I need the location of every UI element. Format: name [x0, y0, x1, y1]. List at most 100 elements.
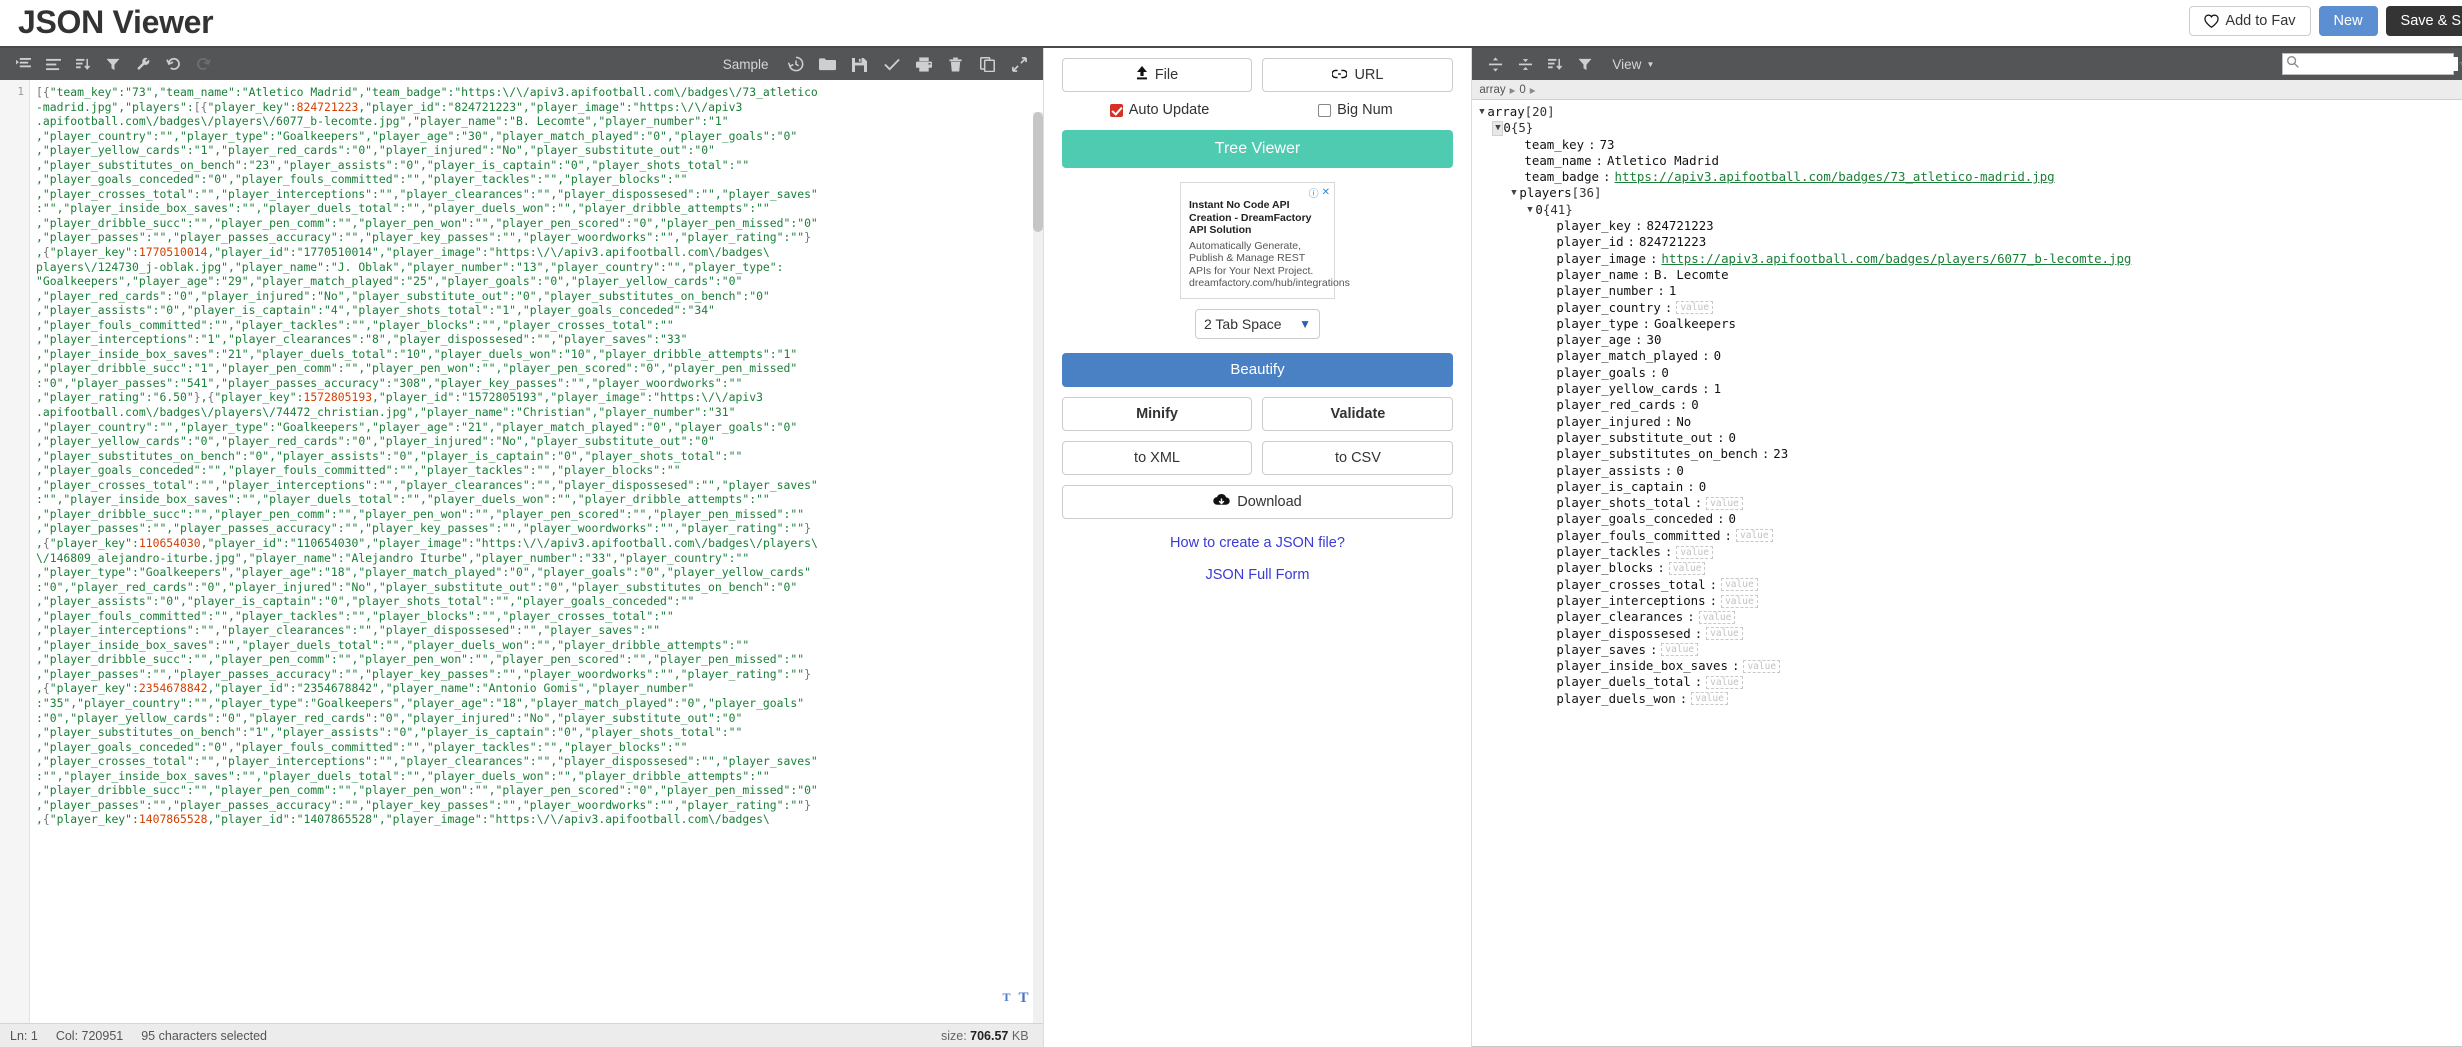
tree-leaf-row[interactable]: player_substitutes_on_bench:23	[1476, 446, 2462, 462]
sort-icon[interactable]	[68, 52, 98, 76]
tree-leaf-row[interactable]: player_assists:0	[1476, 463, 2462, 479]
tree-leaf-row[interactable]: player_tackles: value	[1476, 544, 2462, 560]
breadcrumb-item[interactable]: array	[1479, 84, 1505, 96]
tree-leaf-row[interactable]: player_type: Goalkeepers	[1476, 316, 2462, 332]
search-prev-icon[interactable]: ▼	[2458, 59, 2462, 69]
code-editor[interactable]: 1 [{"team_key":"73","team_name":"Atletic…	[0, 80, 1043, 1023]
to-xml-button[interactable]: to XML	[1061, 440, 1253, 475]
status-line: Ln: 1	[10, 1028, 38, 1043]
tree-leaf-row[interactable]: player_key:824721223	[1476, 218, 2462, 234]
copy-icon[interactable]	[973, 52, 1003, 76]
tree-rows[interactable]: ▼ array [20] ▼ 0 {5} team_key:73 team_name: At…	[1472, 100, 2462, 1047]
tree-leaf-row[interactable]: player_age:30	[1476, 332, 2462, 348]
tree-leaf-row[interactable]: player_is_captain:0	[1476, 479, 2462, 495]
tree-leaf-row[interactable]: player_id:824721223	[1476, 234, 2462, 250]
folder-icon[interactable]	[813, 52, 843, 76]
decrease-font-icon[interactable]: T	[1003, 990, 1011, 1007]
tree-leaf-row[interactable]: player_goals:0	[1476, 365, 2462, 381]
tree-value-link[interactable]: https://apiv3.apifootball.com/badges/73_…	[1614, 169, 2054, 185]
print-icon[interactable]	[909, 52, 939, 76]
ad-close-icon[interactable]: ✕	[1322, 187, 1330, 198]
tree-leaf-row[interactable]: player_red_cards:0	[1476, 397, 2462, 413]
tree-leaf-row[interactable]: team_name: Atletico Madrid	[1476, 153, 2462, 169]
trash-icon[interactable]	[941, 52, 971, 76]
tree-node-row[interactable]: ▼ 0 {5}	[1476, 120, 2462, 136]
tree-leaf-row[interactable]: player_injured: No	[1476, 414, 2462, 430]
tree-leaf-row[interactable]: player_name: B. Lecomte	[1476, 267, 2462, 283]
tree-leaf-row[interactable]: player_number:1	[1476, 283, 2462, 299]
expand-icon[interactable]	[1005, 52, 1035, 76]
editor-scroll-thumb[interactable]	[1032, 112, 1043, 232]
tree-search-input[interactable]	[2303, 57, 2458, 71]
editor-vertical-scrollbar[interactable]	[1032, 112, 1043, 1023]
save-and-share-button[interactable]: Save & S	[2385, 6, 2462, 36]
tree-leaf-row[interactable]: player_shots_total: value	[1476, 495, 2462, 511]
tree-leaf-row[interactable]: team_badge: https://apiv3.apifootball.com…	[1476, 169, 2462, 185]
tree-leaf-row[interactable]: player_duels_won: value	[1476, 691, 2462, 707]
tree-leaf-row[interactable]: team_key:73	[1476, 137, 2462, 153]
redo-icon[interactable]	[188, 52, 218, 76]
tree-leaf-row[interactable]: player_country: value	[1476, 300, 2462, 316]
tree-viewer-button[interactable]: Tree Viewer	[1061, 130, 1454, 168]
tree-leaf-row[interactable]: player_goals_conceded:0	[1476, 511, 2462, 527]
expand-all-icon[interactable]	[1480, 52, 1510, 76]
sample-button[interactable]: Sample	[713, 57, 779, 72]
tree-leaf-row[interactable]: player_interceptions: value	[1476, 593, 2462, 609]
caret-down-icon[interactable]: ▼	[1524, 202, 1535, 218]
auto-update-checkbox[interactable]: Auto Update	[1062, 102, 1258, 118]
filter-icon[interactable]	[1570, 52, 1600, 76]
tree-node-row[interactable]: ▼ array [20]	[1476, 104, 2462, 120]
tree-leaf-row[interactable]: player_saves: value	[1476, 642, 2462, 658]
file-button[interactable]: File	[1061, 58, 1253, 92]
new-button[interactable]: New	[2318, 6, 2378, 36]
tree-leaf-row[interactable]: player_yellow_cards:1	[1476, 381, 2462, 397]
check-icon[interactable]	[877, 52, 907, 76]
caret-down-icon[interactable]: ▼	[1508, 185, 1519, 201]
tree-key: player_saves	[1556, 641, 1646, 657]
ad-body[interactable]: Automatically Generate, Publish & Manage…	[1189, 240, 1350, 290]
tree-leaf-row[interactable]: player_fouls_committed: value	[1476, 528, 2462, 544]
filter-icon[interactable]	[98, 52, 128, 76]
tree-leaf-row[interactable]: player_inside_box_saves: value	[1476, 658, 2462, 674]
breadcrumb-item[interactable]: 0	[1519, 84, 1525, 96]
download-button[interactable]: Download	[1061, 484, 1454, 519]
caret-down-icon[interactable]: ▼	[1476, 104, 1487, 120]
minify-button[interactable]: Minify	[1061, 396, 1253, 431]
url-button[interactable]: URL	[1262, 58, 1454, 92]
ad-title[interactable]: Instant No Code API Creation - DreamFact…	[1189, 199, 1326, 237]
tree-value-link[interactable]: https://apiv3.apifootball.com/badges/pla…	[1661, 251, 2131, 267]
ad-info-icon[interactable]: ⓘ	[1309, 185, 1319, 200]
caret-down-icon[interactable]: ▼	[1492, 120, 1504, 136]
indent-icon[interactable]	[8, 52, 38, 76]
code-content[interactable]: [{"team_key":"73","team_name":"Atletico …	[30, 80, 1043, 1023]
how-to-create-json-link[interactable]: How to create a JSON file?	[1062, 535, 1454, 551]
view-menu[interactable]: View ▼	[1612, 57, 1654, 72]
tree-leaf-row[interactable]: player_duels_total: value	[1476, 674, 2462, 690]
big-num-checkbox[interactable]: Big Num	[1257, 102, 1453, 118]
tree-node-row[interactable]: ▼ players [36]	[1476, 185, 2462, 201]
tree-search[interactable]: ▼ ▲	[2282, 53, 2462, 75]
sort-icon[interactable]	[1540, 52, 1570, 76]
add-to-fav-button[interactable]: Add to Fav	[2189, 6, 2311, 36]
tree-leaf-row[interactable]: player_clearances: value	[1476, 609, 2462, 625]
tree-leaf-row[interactable]: player_match_played:0	[1476, 348, 2462, 364]
history-icon[interactable]	[781, 52, 811, 76]
align-icon[interactable]	[38, 52, 68, 76]
json-full-form-link[interactable]: JSON Full Form	[1062, 567, 1454, 583]
undo-icon[interactable]	[158, 52, 188, 76]
tree-node-row[interactable]: ▼ 0 {41}	[1476, 202, 2462, 218]
tree-leaf-row[interactable]: player_blocks: value	[1476, 560, 2462, 576]
save-icon[interactable]	[845, 52, 875, 76]
tree-leaf-row[interactable]: player_crosses_total: value	[1476, 577, 2462, 593]
chevron-down-icon: ▼	[1646, 59, 1655, 69]
collapse-all-icon[interactable]	[1510, 52, 1540, 76]
tree-leaf-row[interactable]: player_image: https://apiv3.apifootball.c…	[1476, 251, 2462, 267]
wrench-icon[interactable]	[128, 52, 158, 76]
to-csv-button[interactable]: to CSV	[1262, 440, 1454, 475]
validate-button[interactable]: Validate	[1262, 396, 1454, 431]
tab-space-select[interactable]: 2 Tab Space ▼	[1194, 308, 1320, 339]
beautify-button[interactable]: Beautify	[1061, 352, 1454, 387]
increase-font-icon[interactable]: T	[1019, 990, 1029, 1007]
tree-leaf-row[interactable]: player_substitute_out:0	[1476, 430, 2462, 446]
tree-leaf-row[interactable]: player_dispossesed: value	[1476, 626, 2462, 642]
